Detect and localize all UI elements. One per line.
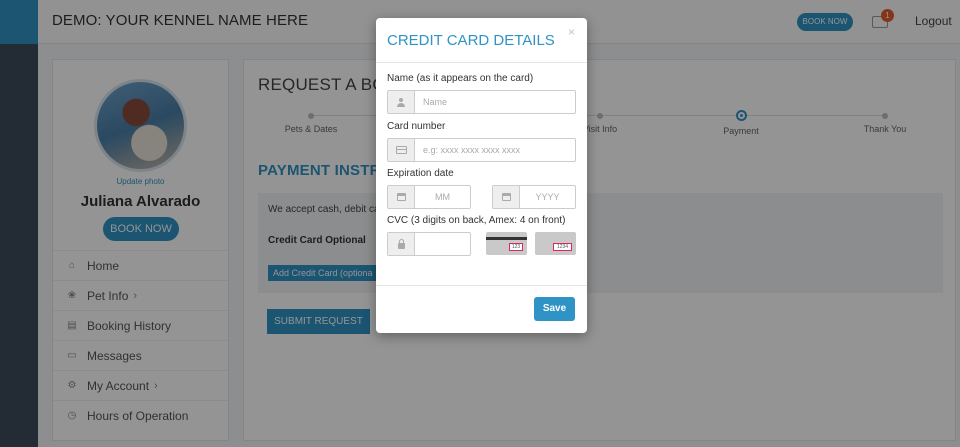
expiration-label: Expiration date: [387, 168, 454, 179]
save-button[interactable]: Save: [534, 297, 575, 321]
name-field[interactable]: Name: [387, 90, 576, 114]
name-input[interactable]: Name: [415, 91, 575, 113]
calendar-icon: [388, 186, 415, 208]
card-number-input[interactable]: e.g: xxxx xxxx xxxx xxxx: [415, 139, 575, 161]
name-label: Name (as it appears on the card): [387, 73, 534, 84]
exp-month-input[interactable]: MM: [415, 186, 470, 208]
cvc-4-digit-sample: 1234: [553, 243, 572, 251]
exp-month-field[interactable]: MM: [387, 185, 471, 209]
user-icon: [388, 91, 415, 113]
card-number-label: Card number: [387, 121, 446, 132]
exp-year-field[interactable]: YYYY: [492, 185, 576, 209]
modal-footer-divider: [376, 285, 587, 286]
cvc-label: CVC (3 digits on back, Amex: 4 on front): [387, 215, 566, 226]
credit-card-icon: [388, 139, 415, 161]
card-number-field[interactable]: e.g: xxxx xxxx xxxx xxxx: [387, 138, 576, 162]
cvc-3-digit-sample: 123: [509, 243, 523, 251]
magnetic-stripe: [486, 237, 527, 240]
card-back-cvc-hint: 123: [486, 232, 527, 255]
lock-icon: [388, 233, 415, 255]
cvc-field[interactable]: [387, 232, 471, 256]
modal-title: CREDIT CARD DETAILS: [387, 32, 555, 49]
close-icon[interactable]: ×: [568, 25, 575, 39]
modal-header-divider: [376, 62, 587, 63]
calendar-icon: [493, 186, 520, 208]
card-front-amex-hint: 1234: [535, 232, 576, 255]
credit-card-modal: CREDIT CARD DETAILS × Name (as it appear…: [376, 18, 587, 333]
cvc-input[interactable]: [415, 233, 470, 255]
exp-year-input[interactable]: YYYY: [520, 186, 575, 208]
